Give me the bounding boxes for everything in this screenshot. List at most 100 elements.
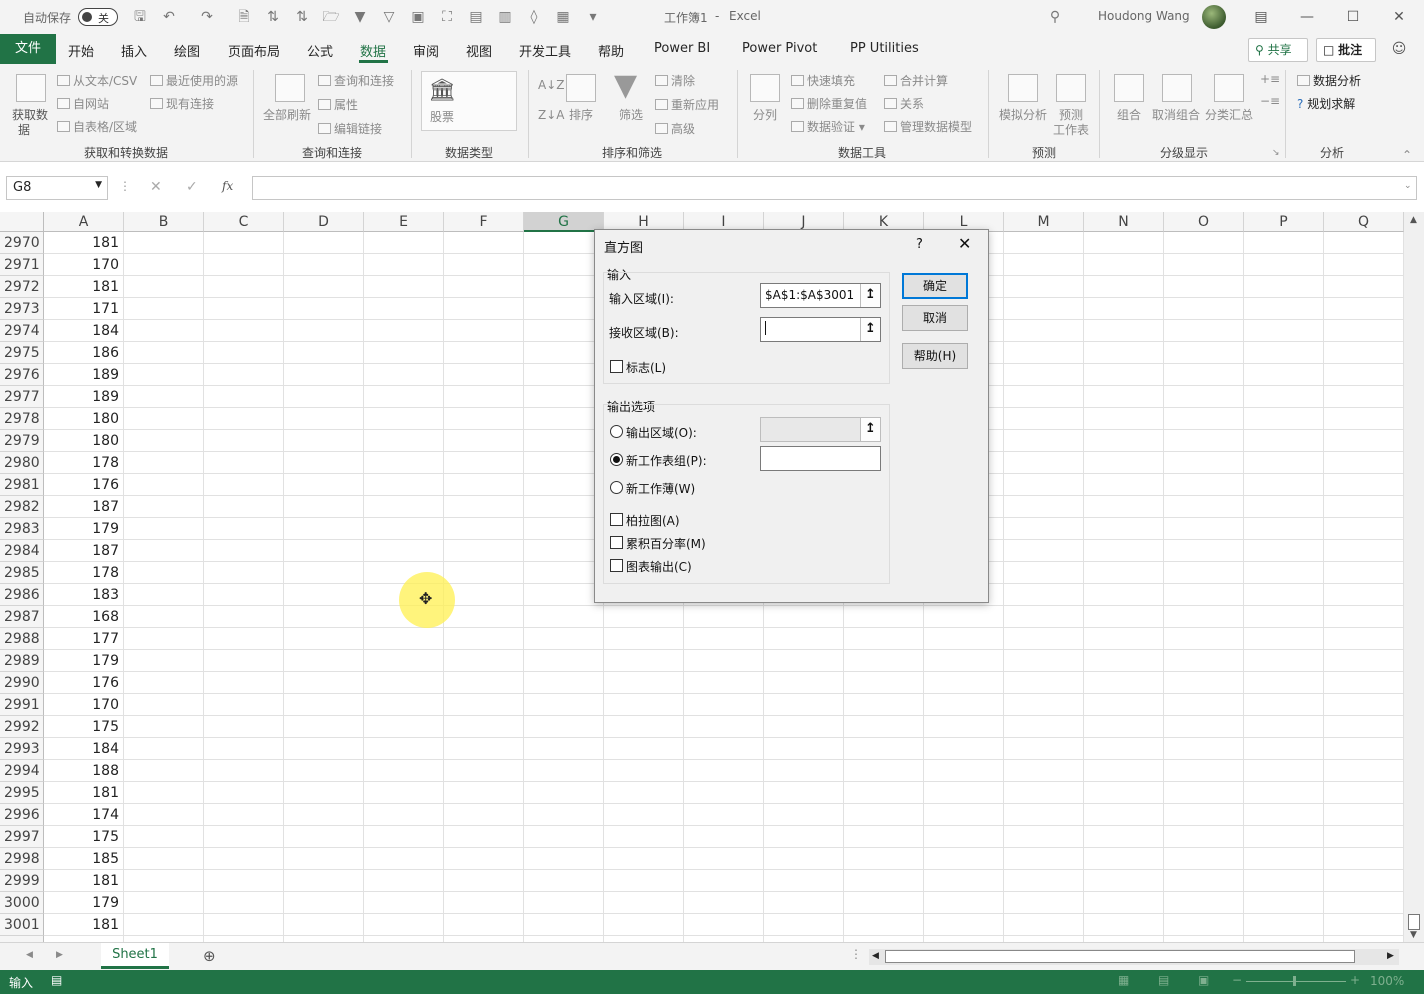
bin-range-field[interactable]: ↥ [760,317,881,342]
cell-a[interactable]: 184 [44,738,124,760]
from-table-button[interactable]: 自表格/区域 [57,118,137,135]
zoom-in-icon[interactable]: + [1350,973,1360,987]
feedback-smiley-icon[interactable]: ☺ [1390,40,1408,58]
confirm-entry-icon[interactable]: ✓ [186,179,198,195]
page-break-view-icon[interactable]: ▣ [1198,973,1209,987]
row-header[interactable]: 2973 [0,298,44,320]
help-button[interactable]: 帮助(H) [902,343,968,369]
column-header-o[interactable]: O [1164,212,1244,232]
column-header-n[interactable]: N [1084,212,1164,232]
cell-a[interactable]: 170 [44,694,124,716]
filter-icon[interactable]: ▼ [351,8,369,26]
scroll-left-icon[interactable]: ◀ [872,951,879,961]
remove-duplicates-button[interactable]: 删除重复值 [791,95,867,112]
row-header[interactable]: 2988 [0,628,44,650]
comments-button[interactable]: □ 批注 [1316,38,1376,62]
expand-formula-bar-icon[interactable]: ⌄ [1404,181,1412,191]
input-range-field[interactable]: $A$1:$A$3001 ↥ [760,283,881,308]
chart-output-checkbox[interactable] [610,559,623,572]
row-header[interactable]: 2975 [0,342,44,364]
cell-a[interactable]: 184 [44,320,124,342]
print-preview-icon[interactable]: ▥ [496,8,514,26]
name-box[interactable]: G8 ▼ [6,176,108,200]
cell-a[interactable]: 181 [44,232,124,254]
row-header[interactable]: 2987 [0,606,44,628]
vertical-scroll-thumb[interactable] [1408,914,1420,930]
cell-a[interactable]: 187 [44,540,124,562]
row-header[interactable]: 2997 [0,826,44,848]
tab-home[interactable]: 开始 [68,41,94,60]
horizontal-scroll-thumb[interactable] [885,950,1355,963]
row-header[interactable]: 2971 [0,254,44,276]
cumulative-percentage-checkbox[interactable] [610,536,623,549]
row-header[interactable]: 2974 [0,320,44,342]
row-header[interactable]: 2990 [0,672,44,694]
cell-a[interactable]: 185 [44,848,124,870]
consolidate-button[interactable]: 合并计算 [884,72,948,89]
close-icon[interactable]: ✕ [1388,6,1410,28]
tab-insert[interactable]: 插入 [121,41,147,60]
cell-a[interactable]: 181 [44,276,124,298]
save-icon[interactable]: 🖫 [131,8,149,26]
fullscreen-icon[interactable]: ⛶ [438,8,456,26]
hide-detail-icon[interactable]: −≡ [1260,94,1280,108]
relationships-button[interactable]: 关系 [884,95,924,112]
maximize-icon[interactable]: ☐ [1342,6,1364,28]
input-range-collapse-icon[interactable]: ↥ [860,284,880,307]
column-header-e[interactable]: E [364,212,444,232]
cell-a[interactable]: 189 [44,364,124,386]
refresh-all-button[interactable]: 全部刷新 [263,106,311,123]
row-header[interactable]: 2989 [0,650,44,672]
tab-page-layout[interactable]: 页面布局 [228,41,280,60]
print-icon[interactable]: ▤ [467,8,485,26]
row-header[interactable]: 2979 [0,430,44,452]
existing-connections-button[interactable]: 现有连接 [150,95,214,112]
row-header[interactable]: 2977 [0,386,44,408]
advanced-button[interactable]: 高级 [655,120,695,137]
collapse-ribbon-icon[interactable]: ⌃ [1402,148,1412,162]
scroll-up-icon[interactable]: ▲ [1410,215,1417,225]
dialog-help-icon[interactable]: ? [916,237,923,252]
user-name[interactable]: Houdong Wang [1098,9,1190,23]
formula-input[interactable] [252,176,1417,200]
manage-data-model-button[interactable]: 管理数据模型 [884,118,972,135]
column-header-q[interactable]: Q [1324,212,1404,232]
open-icon[interactable]: 🗁 [322,8,340,26]
tab-view[interactable]: 视图 [466,41,492,60]
from-web-button[interactable]: 自网站 [57,95,109,112]
new-file-icon[interactable]: 🗎 [235,8,253,26]
row-header[interactable]: 2992 [0,716,44,738]
autosave-toggle[interactable]: 关 [78,8,118,26]
scroll-down-icon[interactable]: ▼ [1410,930,1417,940]
row-header[interactable]: 2991 [0,694,44,716]
row-header[interactable]: 2985 [0,562,44,584]
column-header-a[interactable]: A [44,212,124,232]
column-header-p[interactable]: P [1244,212,1324,232]
bin-range-collapse-icon[interactable]: ↥ [860,318,880,341]
tab-power-bi[interactable]: Power BI [654,41,710,56]
normal-view-icon[interactable]: ▦ [1118,973,1129,987]
calc-icon[interactable]: ▦ [554,8,572,26]
cell-a[interactable]: 181 [44,870,124,892]
undo-icon[interactable]: ↶ [160,8,178,26]
redo-icon[interactable]: ↷ [198,8,216,26]
row-header[interactable]: 2980 [0,452,44,474]
column-header-d[interactable]: D [284,212,364,232]
recent-sources-button[interactable]: 最近使用的源 [150,72,238,89]
row-header[interactable]: 2994 [0,760,44,782]
column-header-b[interactable]: B [124,212,204,232]
cell-a[interactable]: 179 [44,892,124,914]
tab-power-pivot[interactable]: Power Pivot [742,41,817,56]
sort-button[interactable]: 排序 [569,106,593,123]
row-header[interactable]: 2970 [0,232,44,254]
cell-a[interactable]: 180 [44,408,124,430]
insert-function-icon[interactable]: fx [222,179,233,193]
filter-button[interactable]: 筛选 [619,106,643,123]
cancel-entry-icon[interactable]: ✕ [150,179,162,195]
select-all-corner[interactable] [0,212,44,232]
customize-qat-icon[interactable]: ▾ [584,8,602,26]
zoom-out-icon[interactable]: − [1232,973,1242,987]
what-if-button[interactable]: 模拟分析 [999,106,1047,123]
group-button[interactable]: 组合 [1117,106,1141,123]
tab-file[interactable]: 文件 [0,34,56,64]
